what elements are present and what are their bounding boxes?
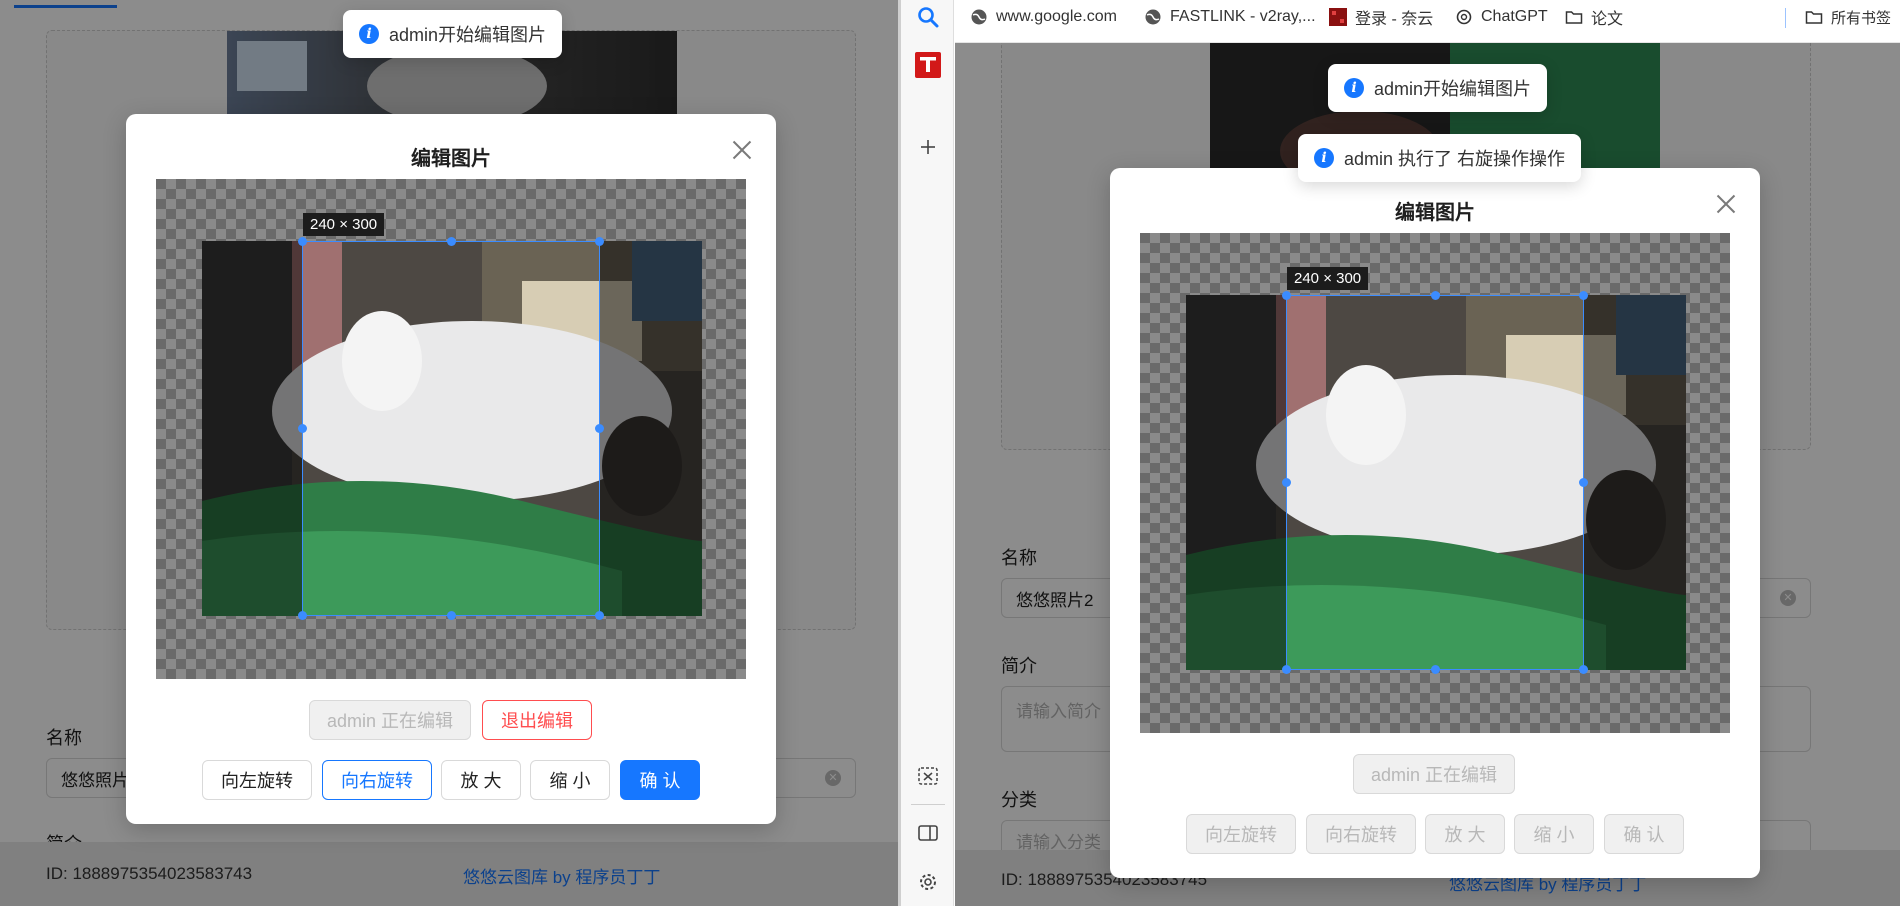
screenshot-icon[interactable] — [915, 763, 941, 789]
crop-shade-right — [600, 241, 702, 616]
bookmark-google[interactable]: www.google.com — [970, 0, 1117, 34]
crop-handle-n[interactable] — [447, 237, 456, 246]
close-icon[interactable] — [730, 138, 754, 162]
info-icon: i — [359, 24, 379, 44]
edit-image-modal: 编辑图片 — [1110, 168, 1760, 878]
crop-handle-se[interactable] — [595, 611, 604, 620]
settings-gear-icon[interactable] — [915, 869, 941, 895]
zoom-in-button[interactable]: 放 大 — [441, 760, 521, 800]
crop-handle-ne[interactable] — [595, 237, 604, 246]
info-icon: i — [1314, 148, 1334, 168]
bookmark-label: 所有书签 — [1831, 9, 1892, 27]
site-logo-icon — [1329, 8, 1347, 26]
crop-handle-w[interactable] — [298, 424, 307, 433]
image-cropper-canvas[interactable]: 240 × 300 — [156, 179, 746, 679]
bookmark-folder-papers[interactable]: 论文 — [1565, 0, 1623, 34]
crop-handle-n[interactable] — [1431, 291, 1440, 300]
crop-handle-s[interactable] — [1431, 665, 1440, 674]
bookmark-label: FASTLINK - v2ray,... — [1170, 8, 1316, 25]
crop-handle-ne[interactable] — [1579, 291, 1588, 300]
browser-side-panel — [901, 0, 954, 906]
crop-handle-sw[interactable] — [298, 611, 307, 620]
bookmark-label: ChatGPT — [1481, 8, 1548, 25]
toast-message: admin开始编辑图片 — [389, 25, 547, 45]
right-window: www.google.com FASTLINK - v2ray,... 登录 -… — [955, 0, 1900, 906]
crop-box[interactable]: 240 × 300 — [1282, 267, 1588, 674]
crop-handle-se[interactable] — [1579, 665, 1588, 674]
editing-status-button: admin 正在编辑 — [1353, 754, 1515, 794]
zoom-out-button: 缩 小 — [1514, 814, 1594, 854]
edit-image-modal: 编辑图片 — [126, 114, 776, 824]
crop-shade-left — [202, 241, 302, 616]
sidebar-toggle-icon[interactable] — [915, 820, 941, 846]
close-icon[interactable] — [1714, 192, 1738, 216]
zoom-in-button: 放 大 — [1425, 814, 1505, 854]
bookmark-separator — [1785, 8, 1786, 28]
bookmark-chatgpt[interactable]: ChatGPT — [1455, 0, 1548, 34]
crop-handle-e[interactable] — [595, 424, 604, 433]
crop-size-label: 240 × 300 — [1287, 267, 1369, 290]
chatgpt-icon — [1456, 9, 1472, 25]
crop-shade-right — [1584, 295, 1686, 670]
app-t-icon[interactable] — [915, 52, 941, 78]
bookmark-naiyun[interactable]: 登录 - 奈云 — [1329, 0, 1433, 34]
strip-separator — [911, 804, 945, 805]
crop-handle-nw[interactable] — [298, 237, 307, 246]
crop-handle-s[interactable] — [447, 611, 456, 620]
search-icon[interactable] — [915, 4, 941, 30]
crop-size-label: 240 × 300 — [303, 213, 385, 236]
notification-toast: i admin开始编辑图片 — [1328, 64, 1548, 112]
zoom-out-button[interactable]: 缩 小 — [530, 760, 610, 800]
rotate-right-button: 向右旋转 — [1306, 814, 1416, 854]
image-cropper-canvas[interactable]: 240 × 300 — [1140, 233, 1730, 733]
crop-handle-sw[interactable] — [1282, 665, 1291, 674]
rotate-right-button[interactable]: 向右旋转 — [322, 760, 432, 800]
modal-title: 编辑图片 — [1395, 202, 1475, 224]
crop-handle-e[interactable] — [1579, 478, 1588, 487]
editing-status-button: admin 正在编辑 — [309, 700, 471, 740]
crop-shade-left — [1186, 295, 1286, 670]
left-window: 名称 悠悠照片 ✕ 简介 ID: 1888975354023583743 悠悠云… — [0, 0, 898, 906]
rotate-left-button[interactable]: 向左旋转 — [202, 760, 312, 800]
crop-handle-w[interactable] — [1282, 478, 1291, 487]
folder-icon — [1565, 11, 1583, 24]
globe-icon — [1145, 9, 1161, 25]
bookmark-fastlink[interactable]: FASTLINK - v2ray,... — [1144, 0, 1316, 34]
confirm-button[interactable]: 确 认 — [620, 760, 700, 800]
crop-handle-nw[interactable] — [1282, 291, 1291, 300]
info-icon: i — [1344, 78, 1364, 98]
rotate-left-button: 向左旋转 — [1186, 814, 1296, 854]
exit-edit-button[interactable]: 退出编辑 — [482, 700, 592, 740]
toast-message: admin开始编辑图片 — [1374, 79, 1532, 99]
modal-title: 编辑图片 — [411, 148, 491, 170]
bookmark-label: www.google.com — [996, 8, 1117, 25]
add-icon[interactable] — [915, 134, 941, 160]
folder-icon — [1805, 11, 1823, 24]
globe-icon — [971, 9, 987, 25]
bookmarks-bar: www.google.com FASTLINK - v2ray,... 登录 -… — [955, 0, 1900, 43]
toast-message: admin 执行了 右旋操作操作 — [1344, 149, 1566, 169]
notification-toast: i admin开始编辑图片 — [343, 10, 563, 58]
crop-box[interactable]: 240 × 300 — [298, 213, 604, 620]
bookmark-all-bookmarks[interactable]: 所有书签 — [1805, 0, 1891, 34]
bookmark-label: 论文 — [1591, 11, 1624, 28]
confirm-button: 确 认 — [1604, 814, 1684, 854]
notification-toast: i admin 执行了 右旋操作操作 — [1298, 134, 1582, 182]
bookmark-label: 登录 - 奈云 — [1355, 11, 1434, 28]
